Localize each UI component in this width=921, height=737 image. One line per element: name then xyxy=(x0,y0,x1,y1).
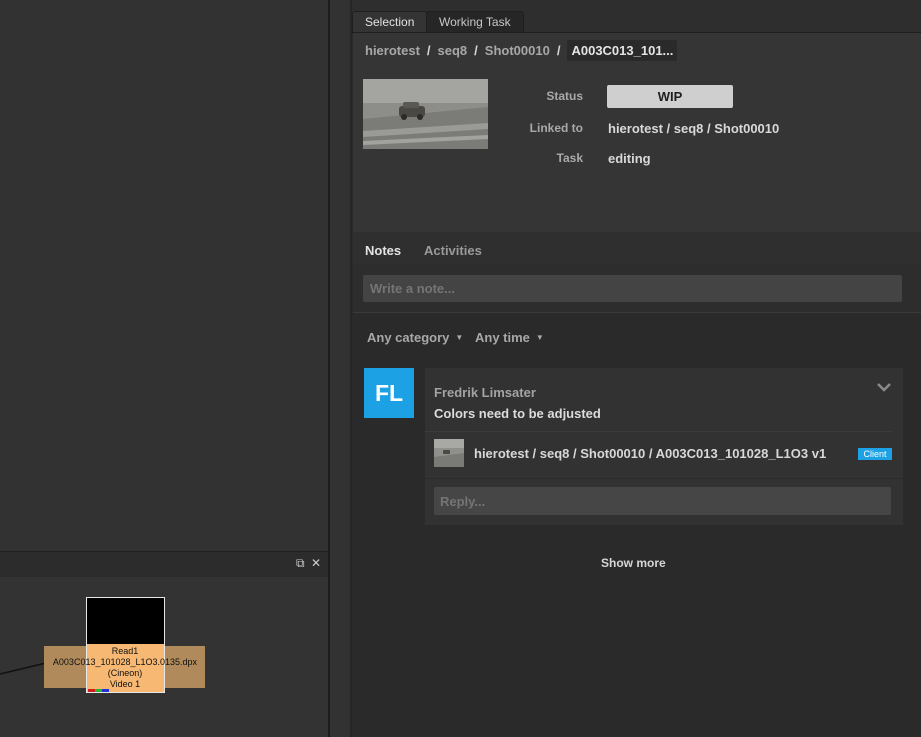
linked-to-value[interactable]: hierotest / seq8 / Shot00010 xyxy=(608,121,779,136)
node-graph-header: ⧉ ✕ xyxy=(0,551,328,578)
float-pane-icon[interactable]: ⧉ xyxy=(296,556,305,571)
attachment-link[interactable]: hierotest / seq8 / Shot00010 / A003C013_… xyxy=(474,446,826,461)
avatar: FL xyxy=(364,368,414,418)
read-node-label: Read1 A003C013_101028_L1O3.0135.dpx (Cin… xyxy=(40,646,210,690)
show-more-button[interactable]: Show more xyxy=(601,556,666,570)
client-badge: Client xyxy=(858,448,892,460)
reply-divider xyxy=(425,478,903,479)
time-filter-label: Any time xyxy=(475,330,530,345)
tab-bar: Selection Working Task xyxy=(352,0,921,33)
breadcrumb-separator: / xyxy=(474,43,478,58)
note-text: Colors need to be adjusted xyxy=(434,406,601,421)
breadcrumb-separator: / xyxy=(556,43,561,58)
node-format: (Cineon) xyxy=(107,668,143,678)
channel-green-indicator xyxy=(95,689,102,692)
breadcrumb-project[interactable]: hierotest xyxy=(365,43,420,58)
write-note-input[interactable] xyxy=(363,275,902,302)
breadcrumb-separator: / xyxy=(426,43,431,58)
attachment-thumbnail[interactable] xyxy=(434,439,464,467)
breadcrumb-sequence[interactable]: seq8 xyxy=(438,43,468,58)
caret-down-icon: ▼ xyxy=(535,333,544,342)
tab-selection[interactable]: Selection xyxy=(352,11,428,33)
tab-activities[interactable]: Activities xyxy=(424,243,482,258)
viewer-panel xyxy=(0,0,328,551)
breadcrumb: hierotest / seq8 / Shot00010 / A003C013_101... xyxy=(365,40,678,61)
close-pane-icon[interactable]: ✕ xyxy=(311,556,321,570)
panel-splitter[interactable] xyxy=(328,0,330,737)
time-filter-dropdown[interactable]: Any time ▼ xyxy=(475,330,544,345)
breadcrumb-shot[interactable]: Shot00010 xyxy=(485,43,550,58)
breadcrumb-current[interactable]: A003C013_101... xyxy=(567,40,678,61)
tab-working-task[interactable]: Working Task xyxy=(426,11,524,33)
status-button[interactable]: WIP xyxy=(607,85,733,108)
status-label: Status xyxy=(546,89,583,103)
note-divider xyxy=(425,431,892,432)
caret-down-icon: ▼ xyxy=(455,333,464,342)
node-name: Read1 xyxy=(111,646,139,656)
node-layer: Video 1 xyxy=(109,679,141,689)
node-thumbnail xyxy=(86,597,165,646)
category-filter-label: Any category xyxy=(367,330,450,345)
category-filter-dropdown[interactable]: Any category ▼ xyxy=(367,330,463,345)
channel-red-indicator xyxy=(88,689,95,692)
node-file: A003C013_101028_L1O3.0135.dpx xyxy=(52,657,198,667)
chevron-down-icon[interactable] xyxy=(877,382,891,392)
channel-blue-indicator xyxy=(102,689,109,692)
task-label: Task xyxy=(556,151,583,165)
reply-input[interactable] xyxy=(434,487,891,515)
tab-notes[interactable]: Notes xyxy=(365,243,401,258)
task-value[interactable]: editing xyxy=(608,151,651,166)
note-author: Fredrik Limsater xyxy=(434,385,536,400)
linked-to-label: Linked to xyxy=(529,121,583,135)
